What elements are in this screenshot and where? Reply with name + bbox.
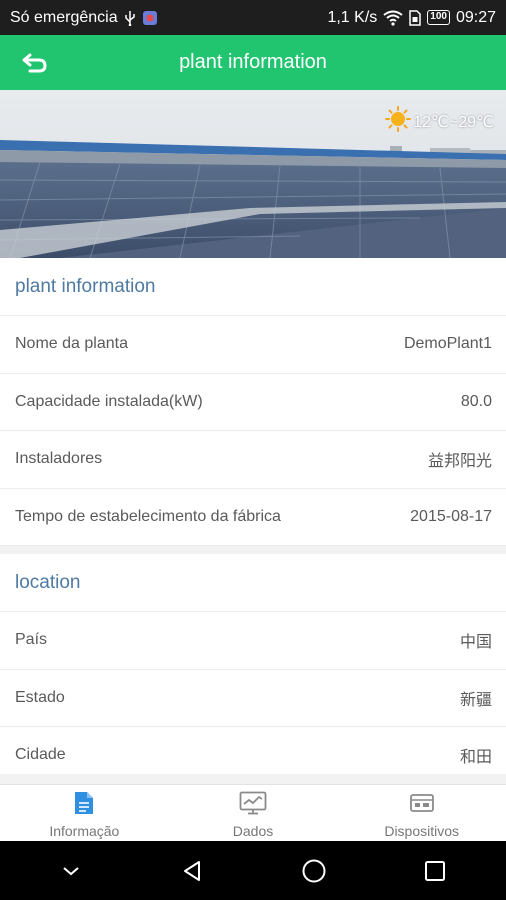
usb-icon bbox=[124, 10, 136, 26]
row-label: Nome da planta bbox=[15, 335, 128, 353]
app-screen: Só emergência 1,1 K/s 100 09:27 plant in… bbox=[0, 0, 506, 900]
monitor-chart-icon bbox=[239, 791, 267, 820]
info-content: plant information Nome da planta DemoPla… bbox=[0, 258, 506, 785]
battery-icon: 100 bbox=[427, 10, 450, 25]
carrier-text: Só emergência bbox=[10, 8, 118, 26]
row-label: Estado bbox=[15, 688, 65, 706]
page-title: plant information bbox=[179, 51, 327, 73]
wifi-icon bbox=[383, 10, 403, 26]
row-value: 和田 bbox=[459, 749, 492, 767]
plant-banner-image: 12℃~29℃ bbox=[0, 90, 506, 258]
nav-back-icon[interactable] bbox=[172, 851, 212, 891]
row-label: Tempo de estabelecimento da fábrica bbox=[15, 507, 281, 525]
nav-recents-icon[interactable] bbox=[415, 851, 455, 891]
tab-label: Dispositivos bbox=[384, 823, 460, 839]
sun-icon bbox=[385, 106, 412, 137]
row-label: Cidade bbox=[15, 746, 66, 764]
status-bar: Só emergência 1,1 K/s 100 09:27 bbox=[0, 0, 506, 35]
row-label: Capacidade instalada(kW) bbox=[15, 392, 203, 410]
row-value: DemoPlant1 bbox=[403, 335, 492, 353]
row-value: 益邦阳光 bbox=[427, 453, 492, 471]
section-title-plant-info: plant information bbox=[0, 258, 506, 316]
document-icon bbox=[73, 791, 95, 820]
app-notification-icon bbox=[142, 10, 158, 26]
bottom-tab-bar: Informação Dados Dispositivos bbox=[0, 784, 506, 841]
info-row-plant-name: Nome da planta DemoPlant1 bbox=[0, 316, 506, 374]
row-value: 80.0 bbox=[460, 392, 492, 410]
back-arrow-icon[interactable] bbox=[20, 49, 50, 77]
nav-home-icon[interactable] bbox=[294, 851, 334, 891]
network-speed: 1,1 K/s bbox=[327, 8, 378, 26]
tab-label: Dados bbox=[232, 823, 274, 839]
section-title-location: location bbox=[0, 554, 506, 612]
row-label: País bbox=[15, 631, 48, 649]
row-value: 2015-08-17 bbox=[410, 507, 492, 525]
sim-icon bbox=[409, 9, 422, 26]
row-value: 中国 bbox=[459, 634, 492, 652]
hide-nav-chevron-icon[interactable] bbox=[51, 851, 91, 891]
temperature-range: 12℃~29℃ bbox=[413, 113, 494, 131]
weather-widget: 12℃~29℃ bbox=[385, 106, 494, 137]
tab-dados[interactable]: Dados bbox=[169, 785, 338, 841]
tab-informacao[interactable]: Informação bbox=[0, 785, 169, 841]
section-divider bbox=[0, 546, 506, 554]
system-nav-bar bbox=[0, 841, 506, 900]
row-label: Instaladores bbox=[15, 450, 103, 468]
tab-dispositivos[interactable]: Dispositivos bbox=[337, 785, 506, 841]
tab-label: Informação bbox=[49, 823, 120, 839]
app-header: plant information bbox=[0, 35, 506, 90]
clock-time: 09:27 bbox=[455, 8, 496, 26]
info-row-state: Estado 新疆 bbox=[0, 670, 506, 727]
info-row-installers: Instaladores 益邦阳光 bbox=[0, 431, 506, 489]
device-icon bbox=[409, 791, 435, 820]
row-value: 新疆 bbox=[459, 691, 492, 709]
info-row-capacity: Capacidade instalada(kW) 80.0 bbox=[0, 374, 506, 431]
info-row-country: País 中国 bbox=[0, 612, 506, 670]
info-row-city: Cidade 和田 bbox=[0, 727, 506, 785]
info-row-establishment-date: Tempo de estabelecimento da fábrica 2015… bbox=[0, 489, 506, 546]
